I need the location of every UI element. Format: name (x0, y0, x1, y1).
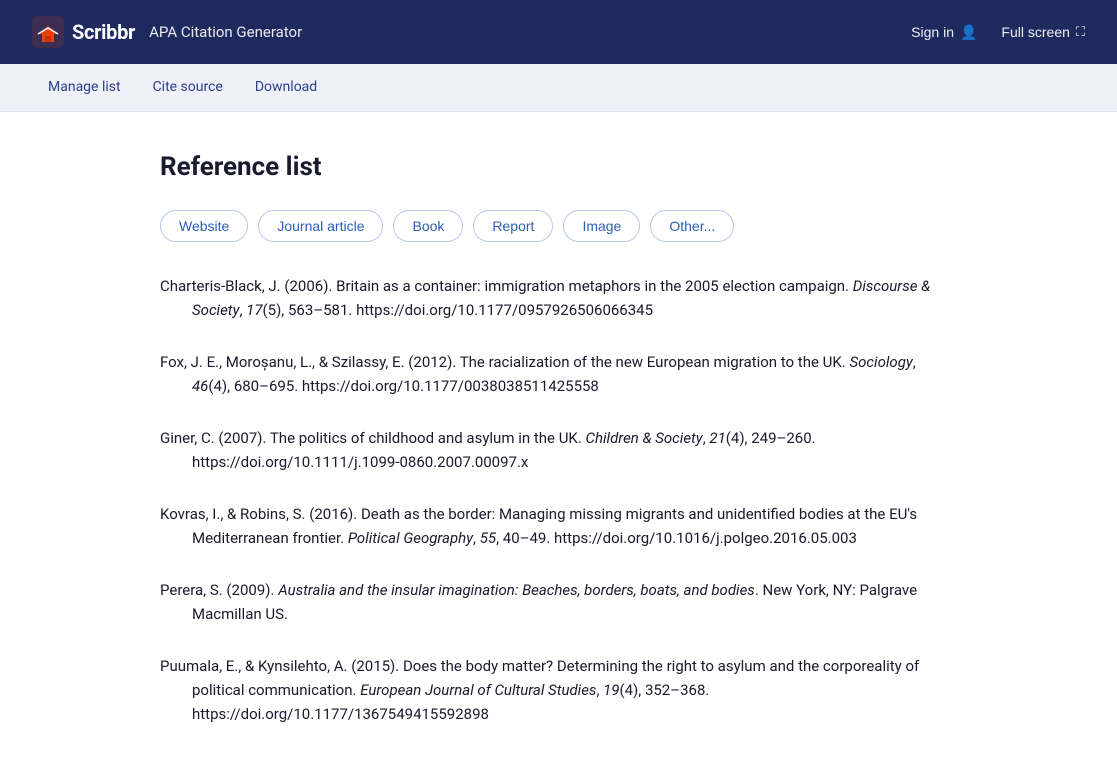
reference-item: Fox, J. E., Moroșanu, L., & Szilassy, E.… (160, 350, 957, 398)
reference-list: Charteris-Black, J. (2006). Britain as a… (160, 274, 957, 726)
app-title: APA Citation Generator (149, 23, 302, 41)
reference-item: Charteris-Black, J. (2006). Britain as a… (160, 274, 957, 322)
nav-manage-list[interactable]: Manage list (32, 64, 137, 111)
app-header: Scribbr APA Citation Generator Sign in 👤… (0, 0, 1117, 64)
source-btn-image[interactable]: Image (563, 210, 640, 242)
source-type-bar: Website Journal article Book Report Imag… (160, 210, 957, 242)
reference-item: Perera, S. (2009). Australia and the ins… (160, 578, 957, 626)
nav-download[interactable]: Download (239, 64, 333, 111)
source-btn-book[interactable]: Book (393, 210, 463, 242)
page-title: Reference list (160, 152, 957, 182)
source-btn-other[interactable]: Other... (650, 210, 734, 242)
nav-cite-source[interactable]: Cite source (137, 64, 239, 111)
main-content: Reference list Website Journal article B… (0, 112, 1117, 766)
logo[interactable]: Scribbr (32, 16, 135, 48)
nav-bar: Manage list Cite source Download (0, 64, 1117, 112)
reference-item: Puumala, E., & Kynsilehto, A. (2015). Do… (160, 654, 957, 726)
source-btn-journal[interactable]: Journal article (258, 210, 383, 242)
sign-in-button[interactable]: Sign in 👤 (911, 24, 977, 41)
header-right: Sign in 👤 Full screen ⛶ (911, 24, 1085, 41)
scribbr-logo-icon (32, 16, 64, 48)
fullscreen-icon: ⛶ (1076, 24, 1085, 40)
user-icon: 👤 (960, 24, 977, 41)
source-btn-report[interactable]: Report (473, 210, 553, 242)
reference-item: Kovras, I., & Robins, S. (2016). Death a… (160, 502, 957, 550)
logo-text: Scribbr (72, 20, 135, 44)
header-left: Scribbr APA Citation Generator (32, 16, 302, 48)
full-screen-button[interactable]: Full screen ⛶ (1001, 24, 1085, 40)
reference-item: Giner, C. (2007). The politics of childh… (160, 426, 957, 474)
source-btn-website[interactable]: Website (160, 210, 248, 242)
